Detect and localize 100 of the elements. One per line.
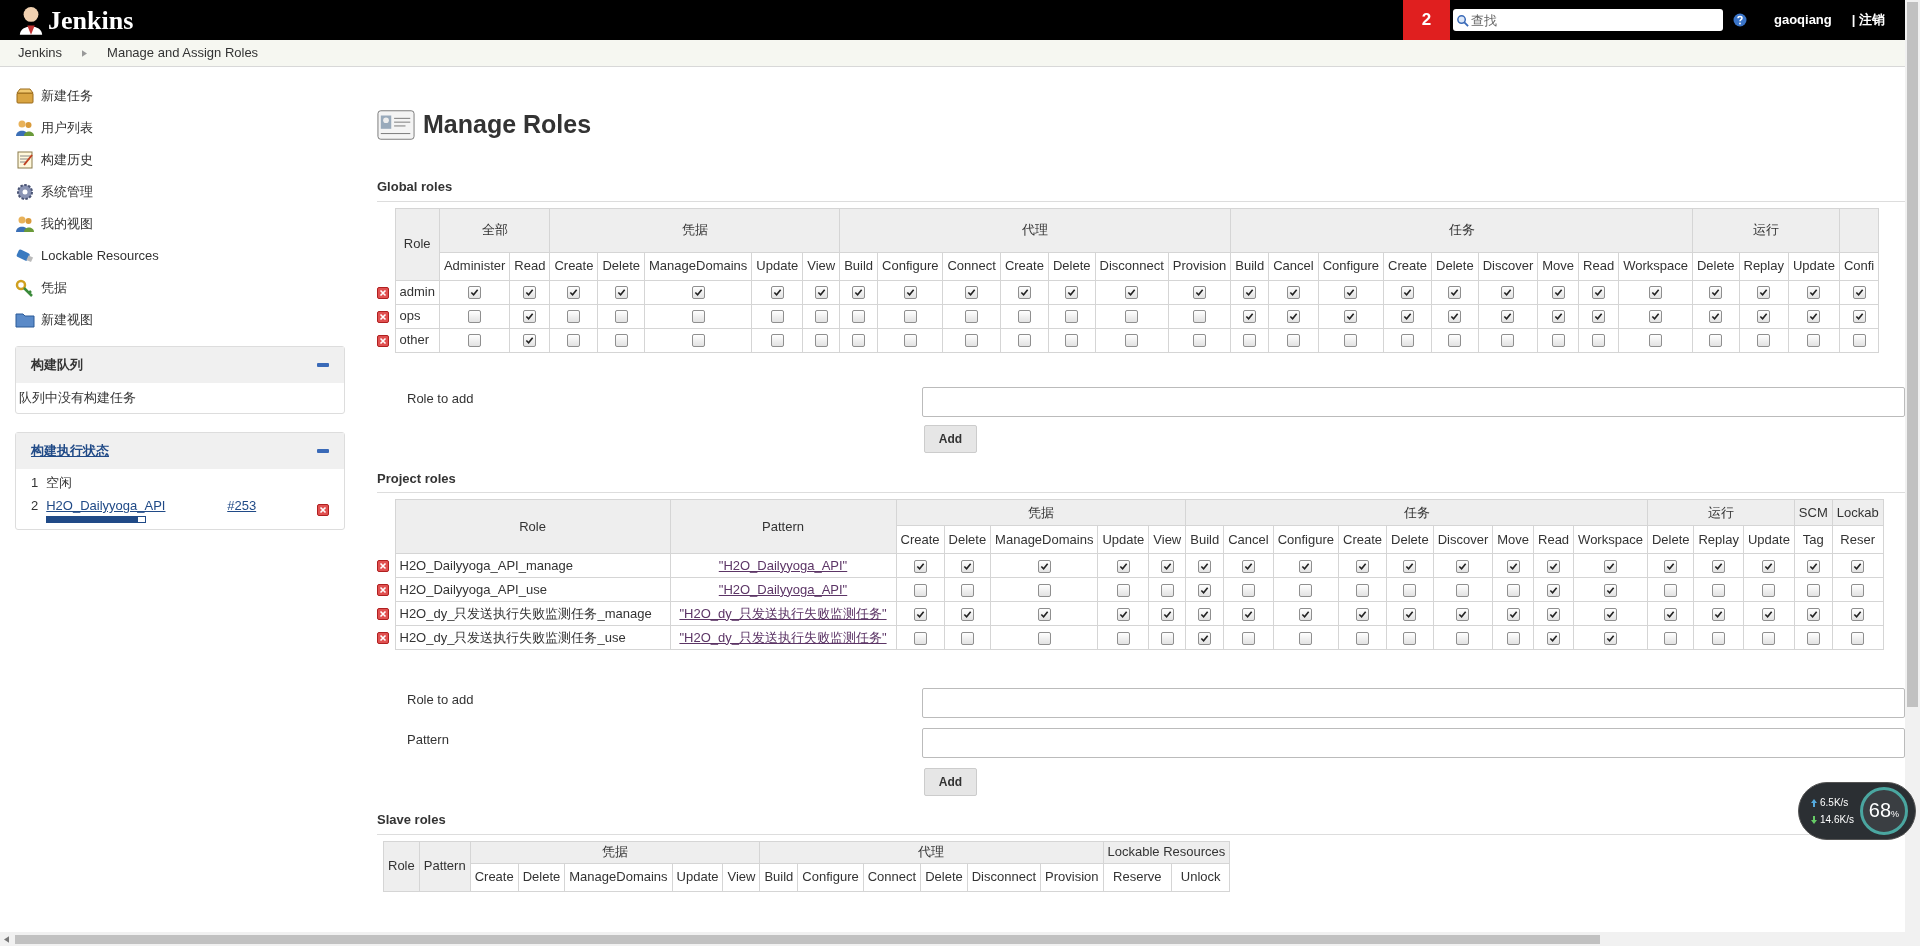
checkbox[interactable] xyxy=(1125,310,1139,324)
checkbox[interactable] xyxy=(1604,631,1617,645)
checkbox[interactable] xyxy=(960,559,974,573)
scrollbar-thumb[interactable] xyxy=(1907,2,1918,707)
checkbox[interactable] xyxy=(1506,559,1520,573)
checkbox[interactable] xyxy=(614,334,628,348)
checkbox[interactable] xyxy=(1065,310,1079,324)
checkbox[interactable] xyxy=(1547,607,1561,621)
checkbox[interactable] xyxy=(1116,559,1130,573)
checkbox[interactable] xyxy=(1757,286,1771,300)
checkbox[interactable] xyxy=(814,334,828,348)
checkbox[interactable] xyxy=(1448,334,1462,348)
scroll-left-icon[interactable] xyxy=(4,935,9,943)
checkbox[interactable] xyxy=(1401,334,1415,348)
checkbox[interactable] xyxy=(1356,607,1370,621)
checkbox[interactable] xyxy=(1852,286,1866,300)
checkbox[interactable] xyxy=(1664,631,1678,645)
checkbox[interactable] xyxy=(1125,286,1139,300)
input-field[interactable] xyxy=(922,728,1905,758)
checkbox[interactable] xyxy=(1762,583,1776,597)
input-field[interactable] xyxy=(922,688,1905,718)
delete-icon[interactable] xyxy=(377,310,389,323)
checkbox[interactable] xyxy=(1401,310,1415,324)
checkbox[interactable] xyxy=(1037,607,1051,621)
checkbox[interactable] xyxy=(1017,286,1031,300)
checkbox[interactable] xyxy=(1193,310,1207,324)
checkbox[interactable] xyxy=(523,334,537,348)
checkbox[interactable] xyxy=(1193,334,1207,348)
checkbox[interactable] xyxy=(960,583,974,597)
checkbox[interactable] xyxy=(814,310,828,324)
checkbox[interactable] xyxy=(1664,559,1678,573)
delete-icon[interactable] xyxy=(377,286,389,299)
checkbox[interactable] xyxy=(1243,286,1257,300)
sidebar-link[interactable]: 新建视图 xyxy=(41,310,93,330)
checkbox[interactable] xyxy=(1712,583,1726,597)
checkbox[interactable] xyxy=(1017,310,1031,324)
checkbox[interactable] xyxy=(1160,631,1174,645)
delete-icon[interactable] xyxy=(377,608,389,621)
checkbox[interactable] xyxy=(913,607,927,621)
checkbox[interactable] xyxy=(1241,559,1255,573)
checkbox[interactable] xyxy=(1649,310,1662,324)
checkbox[interactable] xyxy=(1356,559,1370,573)
checkbox[interactable] xyxy=(1506,631,1520,645)
checkbox[interactable] xyxy=(1506,583,1520,597)
sidebar-link[interactable]: 系统管理 xyxy=(41,182,93,202)
checkbox[interactable] xyxy=(1456,607,1470,621)
checkbox[interactable] xyxy=(1664,607,1678,621)
checkbox[interactable] xyxy=(1243,334,1257,348)
checkbox[interactable] xyxy=(1344,310,1358,324)
sidebar-link[interactable]: 用户列表 xyxy=(41,118,93,138)
checkbox[interactable] xyxy=(1356,583,1370,597)
search-field[interactable]: 查找 xyxy=(1452,9,1723,31)
checkbox[interactable] xyxy=(1806,559,1820,573)
checkbox[interactable] xyxy=(468,286,482,300)
checkbox[interactable] xyxy=(1501,286,1515,300)
checkbox[interactable] xyxy=(1116,583,1130,597)
sidebar-link[interactable]: 新建任务 xyxy=(41,86,93,106)
checkbox[interactable] xyxy=(1547,631,1561,645)
checkbox[interactable] xyxy=(691,334,705,348)
checkbox[interactable] xyxy=(1193,286,1207,300)
checkbox[interactable] xyxy=(1403,559,1417,573)
checkbox[interactable] xyxy=(1592,334,1606,348)
checkbox[interactable] xyxy=(1649,334,1662,348)
checkbox[interactable] xyxy=(1198,559,1212,573)
checkbox[interactable] xyxy=(1807,310,1821,324)
checkbox[interactable] xyxy=(1037,583,1051,597)
checkbox[interactable] xyxy=(1125,334,1139,348)
checkbox[interactable] xyxy=(614,310,628,324)
checkbox[interactable] xyxy=(1286,334,1300,348)
checkbox[interactable] xyxy=(614,286,628,300)
checkbox[interactable] xyxy=(523,310,537,324)
checkbox[interactable] xyxy=(567,334,581,348)
checkbox[interactable] xyxy=(1806,631,1820,645)
checkbox[interactable] xyxy=(1852,310,1866,324)
checkbox[interactable] xyxy=(1712,559,1726,573)
checkbox[interactable] xyxy=(965,334,979,348)
checkbox[interactable] xyxy=(1198,607,1212,621)
checkbox[interactable] xyxy=(1501,310,1515,324)
checkbox[interactable] xyxy=(903,286,917,300)
sidebar-link[interactable]: Lockable Resources xyxy=(41,246,159,266)
checkbox[interactable] xyxy=(770,286,784,300)
checkbox[interactable] xyxy=(1299,607,1313,621)
checkbox[interactable] xyxy=(960,607,974,621)
checkbox[interactable] xyxy=(691,286,705,300)
checkbox[interactable] xyxy=(1241,631,1255,645)
checkbox[interactable] xyxy=(1456,559,1470,573)
delete-icon[interactable] xyxy=(377,584,389,597)
checkbox[interactable] xyxy=(1709,334,1723,348)
vertical-scrollbar[interactable] xyxy=(1905,0,1920,932)
checkbox[interactable] xyxy=(1806,583,1820,597)
checkbox[interactable] xyxy=(567,286,581,300)
checkbox[interactable] xyxy=(1664,583,1678,597)
checkbox[interactable] xyxy=(1551,310,1565,324)
sidebar-link[interactable]: 我的视图 xyxy=(41,214,93,234)
checkbox[interactable] xyxy=(1448,310,1462,324)
checkbox[interactable] xyxy=(852,334,866,348)
checkbox[interactable] xyxy=(814,286,828,300)
checkbox[interactable] xyxy=(1356,631,1370,645)
checkbox[interactable] xyxy=(1851,607,1865,621)
scrollbar-thumb[interactable] xyxy=(15,934,1600,944)
